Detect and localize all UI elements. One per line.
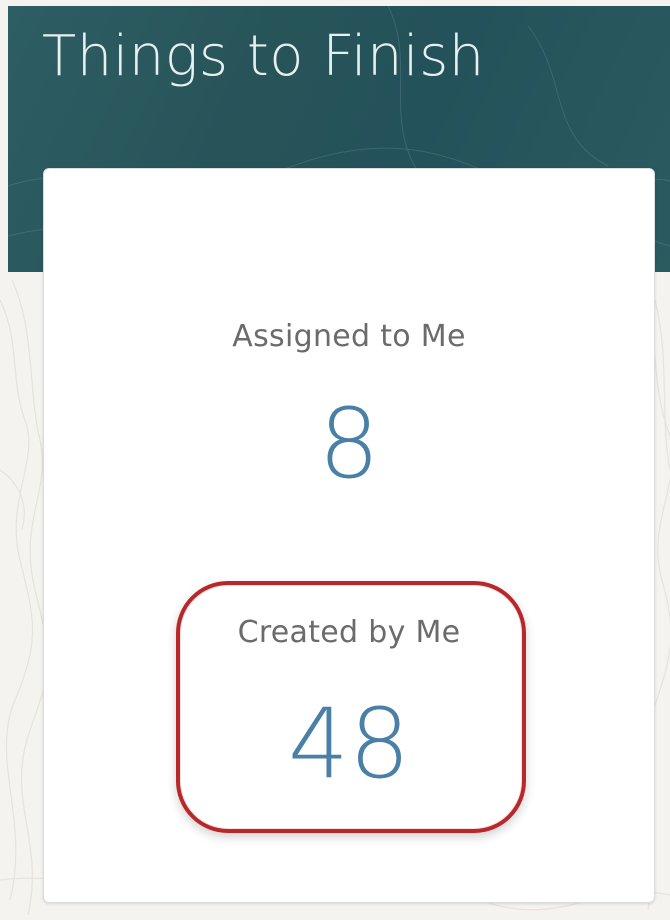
created-by-me-label: Created by Me — [237, 615, 461, 650]
assigned-to-me-label: Assigned to Me — [232, 319, 466, 354]
created-by-me-count[interactable]: 48 — [44, 696, 654, 792]
assigned-to-me-count[interactable]: 8 — [44, 396, 654, 492]
assigned-to-me-metric[interactable]: Assigned to Me 8 — [44, 319, 654, 492]
things-to-finish-card[interactable]: Assigned to Me 8 Created by Me 48 — [43, 168, 655, 903]
page: Things to Finish Assigned to Me 8 Create… — [0, 0, 670, 920]
page-title: Things to Finish — [42, 24, 485, 89]
created-by-me-metric[interactable]: Created by Me 48 — [44, 615, 654, 792]
